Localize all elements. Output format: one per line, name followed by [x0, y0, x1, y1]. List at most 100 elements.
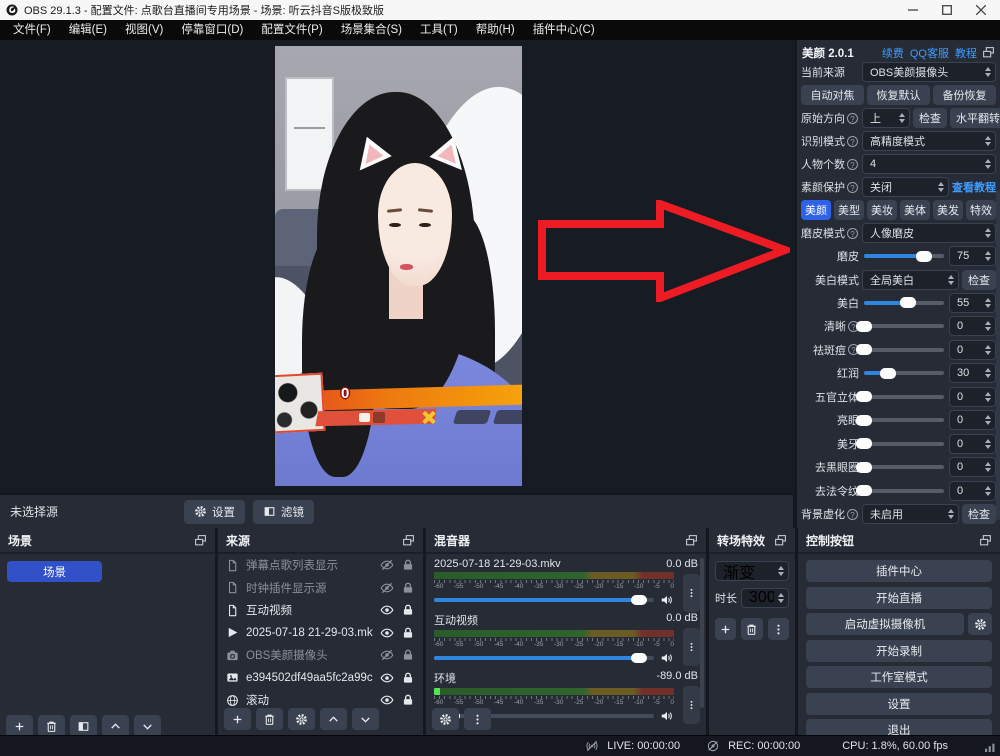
whiten-mode-select[interactable]: 全局美白	[862, 270, 959, 290]
track-options-button[interactable]	[683, 686, 700, 724]
detach-icon[interactable]	[402, 534, 415, 547]
menu-item[interactable]: 编辑(E)	[60, 20, 116, 40]
slider-value-stepper[interactable]: 55	[949, 293, 996, 313]
source-row[interactable]: 互动视频	[218, 599, 423, 622]
slider-value-stepper[interactable]: 0	[949, 410, 996, 430]
slider-value-stepper[interactable]: 0	[949, 340, 996, 360]
move-source-down-button[interactable]	[352, 708, 379, 730]
maximize-button[interactable]	[934, 2, 960, 18]
help-icon[interactable]	[847, 136, 858, 147]
remove-source-button[interactable]	[256, 708, 283, 730]
beauty-tab[interactable]: 美妆	[867, 200, 897, 220]
duration-stepper[interactable]: 300 ms	[741, 588, 789, 608]
slider-value-stepper[interactable]: 0	[949, 387, 996, 407]
remove-transition-button[interactable]	[741, 618, 762, 640]
beauty-tab[interactable]: 美体	[900, 200, 930, 220]
beauty-tab[interactable]: 美型	[834, 200, 864, 220]
whiten-check-button[interactable]: 检查	[962, 270, 996, 290]
transition-type-select[interactable]: 渐变	[715, 561, 789, 581]
slider-value-stepper[interactable]: 0	[949, 316, 996, 336]
slider-value-stepper[interactable]: 0	[949, 481, 996, 501]
menu-item[interactable]: 工具(T)	[411, 20, 467, 40]
beauty-tab[interactable]: 美颜	[801, 200, 831, 220]
beauty-header-link[interactable]: 教程	[955, 45, 977, 61]
source-row[interactable]: 2025-07-18 21-29-03.mkv	[218, 622, 423, 645]
move-scene-up-button[interactable]	[102, 715, 129, 737]
filters-button[interactable]: 滤镜	[253, 500, 314, 524]
source-settings-button[interactable]: 设置	[184, 500, 245, 524]
slider-value-stepper[interactable]: 0	[949, 457, 996, 477]
beauty-action-button[interactable]: 恢复默认	[867, 85, 930, 105]
control-button[interactable]: 插件中心	[806, 560, 992, 582]
flip-horizontal-button[interactable]: 水平翻转	[950, 108, 1000, 128]
eye-icon[interactable]	[380, 671, 394, 685]
detach-icon[interactable]	[685, 534, 698, 547]
beauty-action-button[interactable]: 自动对焦	[801, 85, 864, 105]
lock-icon[interactable]	[401, 693, 415, 707]
scrollbar[interactable]	[996, 190, 1000, 520]
move-source-up-button[interactable]	[320, 708, 347, 730]
help-icon[interactable]	[847, 228, 858, 239]
beauty-slider[interactable]	[864, 246, 944, 266]
view-tutorial-link[interactable]: 查看教程	[952, 179, 996, 195]
slider-value-stepper[interactable]: 30	[949, 363, 996, 383]
beauty-action-button[interactable]: 备份恢复	[933, 85, 996, 105]
scrollbar[interactable]	[700, 558, 704, 708]
eye-icon[interactable]	[380, 626, 394, 640]
scene-filters-button[interactable]	[70, 715, 97, 737]
lock-icon[interactable]	[401, 626, 415, 640]
slider-value-stepper[interactable]: 0	[949, 434, 996, 454]
video-preview[interactable]: 0	[275, 46, 522, 486]
current-source-select[interactable]: OBS美颜摄像头	[862, 62, 996, 82]
lock-icon[interactable]	[401, 671, 415, 685]
source-properties-button[interactable]	[288, 708, 315, 730]
vcam-settings-button[interactable]	[968, 613, 992, 635]
volume-slider[interactable]	[434, 656, 654, 660]
source-row[interactable]: e394502df49aa5fc2a99cd2e7c	[218, 667, 423, 690]
add-source-button[interactable]	[224, 708, 251, 730]
beauty-slider[interactable]	[864, 434, 944, 454]
menu-item[interactable]: 文件(F)	[4, 20, 60, 40]
beauty-tab[interactable]: 美发	[933, 200, 963, 220]
control-button[interactable]: 开始录制	[806, 640, 992, 662]
volume-slider[interactable]	[434, 598, 654, 602]
plain-protect-select[interactable]: 关闭	[862, 177, 949, 197]
eye-off-icon[interactable]	[380, 581, 394, 595]
detach-icon[interactable]	[774, 534, 787, 547]
eye-icon[interactable]	[380, 693, 394, 707]
speaker-icon[interactable]	[660, 651, 674, 665]
menu-item[interactable]: 场景集合(S)	[332, 20, 411, 40]
beauty-slider[interactable]	[864, 387, 944, 407]
recognition-select[interactable]: 高精度模式	[862, 131, 996, 151]
detach-icon[interactable]	[194, 534, 207, 547]
beauty-header-link[interactable]: 续费	[882, 45, 904, 61]
smooth-mode-select[interactable]: 人像磨皮	[862, 223, 996, 243]
lock-icon[interactable]	[401, 558, 415, 572]
lock-icon[interactable]	[401, 648, 415, 662]
help-icon[interactable]	[847, 159, 858, 170]
slider-value-stepper[interactable]: 75	[949, 246, 996, 266]
menu-item[interactable]: 停靠窗口(D)	[172, 20, 252, 40]
beauty-slider[interactable]	[864, 340, 944, 360]
control-button[interactable]: 工作室模式	[806, 666, 992, 688]
control-button[interactable]: 设置	[806, 693, 992, 715]
person-count-stepper[interactable]: 4	[862, 154, 996, 174]
beauty-tab[interactable]: 特效	[966, 200, 996, 220]
beauty-header-link[interactable]: QQ客服	[910, 45, 949, 61]
minimize-button[interactable]	[900, 2, 926, 18]
speaker-icon[interactable]	[660, 709, 674, 723]
transition-options-button[interactable]	[768, 618, 789, 640]
lock-icon[interactable]	[401, 603, 415, 617]
mixer-options-button[interactable]	[464, 708, 491, 730]
help-icon[interactable]	[847, 182, 858, 193]
lock-icon[interactable]	[401, 581, 415, 595]
close-button[interactable]	[968, 2, 994, 18]
control-button[interactable]: 开始直播	[806, 587, 992, 609]
scene-list-item[interactable]: 场景	[7, 561, 102, 582]
add-scene-button[interactable]	[6, 715, 33, 737]
eye-off-icon[interactable]	[380, 558, 394, 572]
detach-icon[interactable]	[979, 534, 992, 547]
eye-icon[interactable]	[380, 603, 394, 617]
beauty-slider[interactable]	[864, 481, 944, 501]
beauty-slider[interactable]	[864, 293, 944, 313]
